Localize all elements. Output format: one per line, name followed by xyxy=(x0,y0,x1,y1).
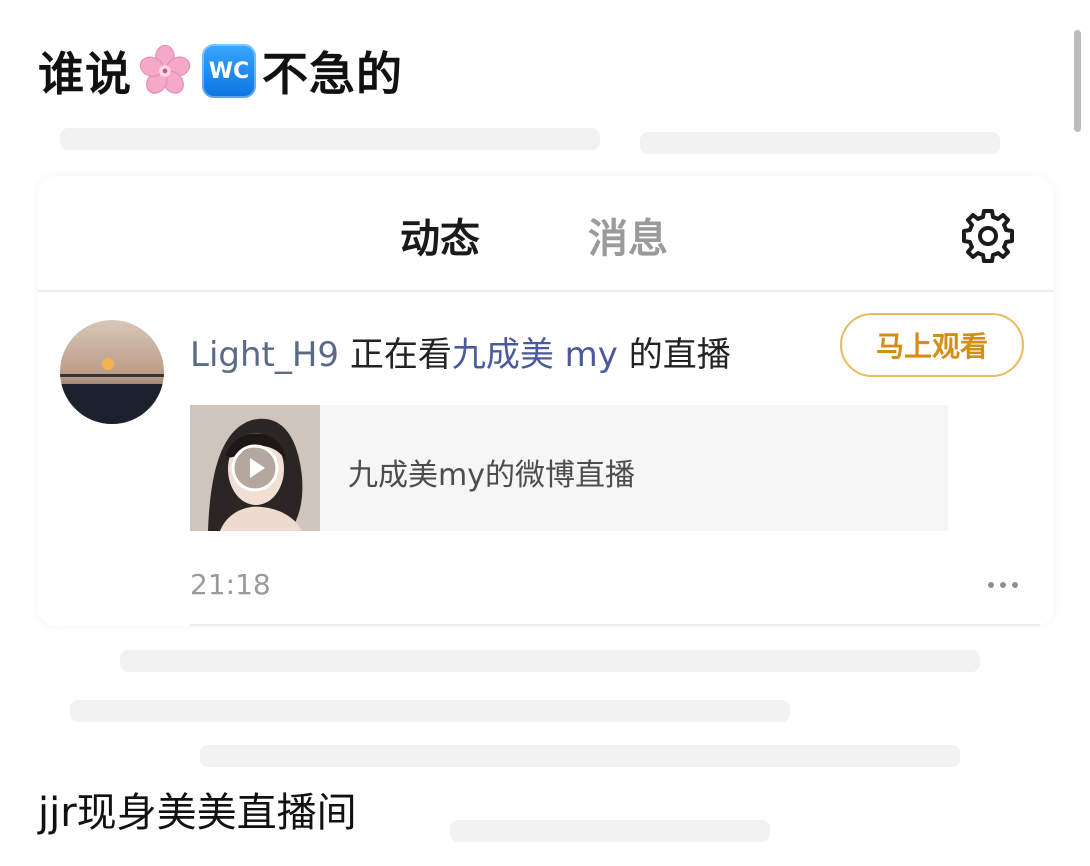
host-name-link[interactable]: 九成美 my xyxy=(452,335,618,375)
tab-messages-label: 消息 xyxy=(588,216,668,262)
wc-badge-icon: WC xyxy=(202,44,256,98)
panel-tabs: 动态 消息 xyxy=(38,176,1054,292)
live-card-title: 九成美my的微博直播 xyxy=(348,458,635,493)
feed-activity-text: Light_H9 正在看九成美 my 的直播 xyxy=(190,327,731,376)
user-avatar[interactable] xyxy=(60,320,164,424)
live-thumbnail xyxy=(190,405,320,531)
scrollbar[interactable] xyxy=(1074,30,1081,132)
headline-suffix: 不急的 xyxy=(262,47,403,101)
post-timestamp: 21:18 xyxy=(190,568,271,601)
activity-panel: 动态 消息 xyxy=(38,176,1054,626)
headline-prefix: 谁说 xyxy=(38,47,132,101)
post-headline: 谁说 WC 不急的 xyxy=(38,36,403,106)
cherry-blossom-icon xyxy=(139,44,191,94)
tab-activity-label: 动态 xyxy=(400,216,480,262)
stream-suffix-text: 的直播 xyxy=(628,335,731,375)
watching-text: 正在看 xyxy=(349,335,452,375)
post-caption: jjr现身美美直播间 xyxy=(38,790,357,836)
watch-now-button[interactable]: 马上观看 xyxy=(840,313,1024,377)
gear-icon[interactable] xyxy=(958,206,1018,266)
live-stream-card[interactable]: 九成美my的微博直播 xyxy=(190,405,948,531)
tab-messages[interactable]: 消息 xyxy=(588,206,668,264)
user-name-link[interactable]: Light_H9 xyxy=(190,335,339,375)
feed-divider xyxy=(190,624,1040,626)
sunset-avatar-image xyxy=(60,320,164,424)
more-icon[interactable] xyxy=(986,578,1020,592)
play-icon[interactable] xyxy=(230,443,280,493)
tab-activity[interactable]: 动态 xyxy=(397,206,497,268)
